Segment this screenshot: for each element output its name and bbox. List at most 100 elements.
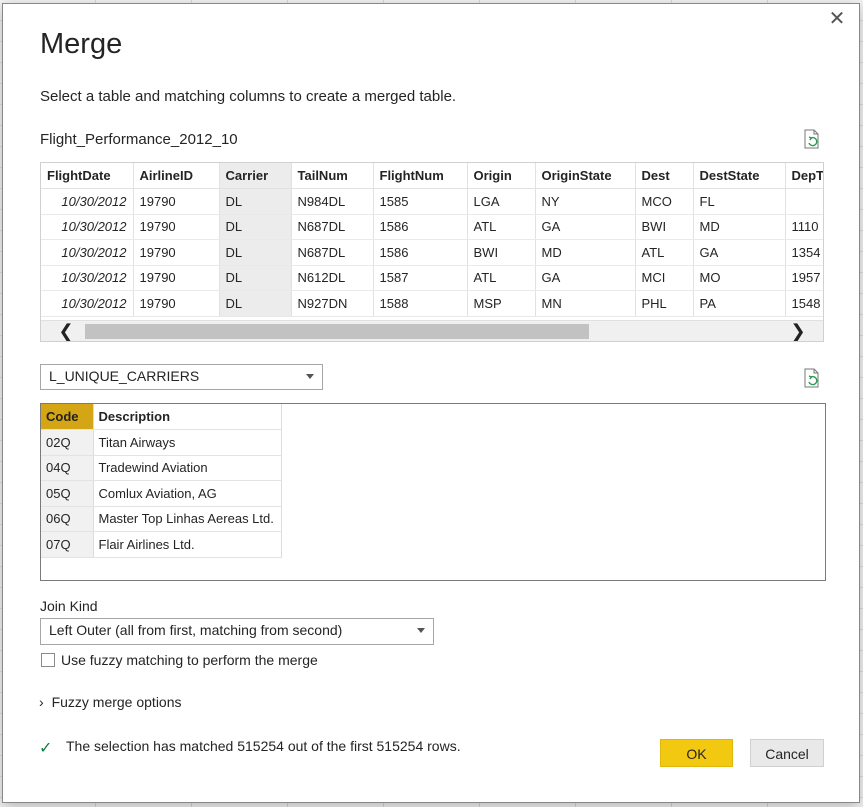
table-cell: 04Q [41, 455, 94, 481]
table-cell: 19790 [133, 265, 220, 291]
first-table-preview: FlightDate AirlineID Carrier TailNum FlightN… [40, 162, 824, 342]
table-cell: N687DL [291, 214, 374, 240]
chevron-right-icon: › [39, 694, 44, 710]
table-cell [785, 188, 823, 215]
table-cell: Master Top Linhas Aereas Ltd. [93, 506, 282, 532]
table-cell: 05Q [41, 480, 94, 507]
table-cell: MN [535, 290, 636, 317]
match-status-text: The selection has matched 515254 out of … [66, 738, 461, 754]
table-cell: 1585 [373, 188, 468, 215]
table-cell: ATL [635, 239, 694, 266]
refresh-icon[interactable] [803, 368, 821, 388]
second-table-select-value: L_UNIQUE_CARRIERS [49, 368, 200, 384]
table-cell: DL [219, 265, 292, 291]
table-cell: NY [535, 188, 636, 215]
chevron-down-icon [306, 374, 314, 379]
table-cell: LGA [467, 188, 536, 215]
table-cell: GA [693, 239, 786, 266]
table-cell: 10/30/2012 [41, 188, 134, 215]
table-cell: Tradewind Aviation [93, 455, 282, 481]
table-cell: MD [535, 239, 636, 266]
table-cell: ATL [467, 265, 536, 291]
second-table-select[interactable]: L_UNIQUE_CARRIERS [40, 364, 323, 390]
table-cell: MO [693, 265, 786, 291]
scrollbar-thumb[interactable] [85, 324, 589, 339]
horizontal-scrollbar[interactable]: ❮ ❯ [41, 320, 823, 341]
table-row: 07Q Flair Airlines Ltd. [41, 531, 282, 558]
table-cell: Titan Airways [93, 429, 282, 456]
table-cell: DL [219, 214, 292, 240]
fuzzy-options-expander[interactable]: › Fuzzy merge options [39, 694, 182, 710]
column-header[interactable]: Carrier [219, 163, 292, 189]
table-cell: N927DN [291, 290, 374, 317]
table-cell: GA [535, 214, 636, 240]
table-cell: 1588 [373, 290, 468, 317]
table-cell: DL [219, 188, 292, 215]
column-header[interactable]: Description [93, 404, 282, 430]
table-row: 10/30/2012 19790 DL N984DL 1585 LGA NY MCO FL [41, 188, 823, 215]
table-cell: Flair Airlines Ltd. [93, 531, 282, 558]
refresh-icon[interactable] [803, 129, 821, 149]
chevron-down-icon [417, 628, 425, 633]
table-row: 10/30/2012 19790 DL N612DL 1587 ATL GA MCI MO 195… [41, 265, 823, 291]
table-cell: 1110 [785, 214, 823, 240]
column-header[interactable]: FlightNum [373, 163, 468, 189]
table-cell: MCO [635, 188, 694, 215]
table-row: 02Q Titan Airways [41, 429, 282, 456]
table-cell: MD [693, 214, 786, 240]
column-header[interactable]: Code [41, 404, 94, 430]
table-cell: 10/30/2012 [41, 214, 134, 240]
scroll-left-icon[interactable]: ❮ [55, 321, 77, 341]
cancel-button[interactable]: Cancel [750, 739, 824, 767]
table-cell: 19790 [133, 239, 220, 266]
table-cell: DL [219, 239, 292, 266]
table-cell: MCI [635, 265, 694, 291]
column-header[interactable]: DepTi [785, 163, 823, 189]
join-kind-select[interactable]: Left Outer (all from first, matching fro… [40, 618, 434, 645]
table-cell: N984DL [291, 188, 374, 215]
table-cell: DL [219, 290, 292, 317]
ok-button[interactable]: OK [660, 739, 733, 767]
close-icon[interactable]: ✕ [827, 9, 847, 30]
column-header[interactable]: DestState [693, 163, 786, 189]
column-header[interactable]: AirlineID [133, 163, 220, 189]
table-cell: 10/30/2012 [41, 290, 134, 317]
table-row: 10/30/2012 19790 DL N687DL 1586 BWI MD ATL GA 135… [41, 239, 823, 266]
table-cell: 19790 [133, 188, 220, 215]
dialog-title: Merge [40, 28, 123, 60]
table-cell: 02Q [41, 429, 94, 456]
table-cell: N687DL [291, 239, 374, 266]
join-kind-label: Join Kind [40, 598, 98, 614]
first-table-grid: FlightDate AirlineID Carrier TailNum FlightN… [41, 163, 823, 317]
table-row: 10/30/2012 19790 DL N927DN 1588 MSP MN PHL PA 154… [41, 290, 823, 317]
dialog-subtitle: Select a table and matching columns to c… [40, 88, 457, 105]
scroll-right-icon[interactable]: ❯ [787, 321, 809, 341]
fuzzy-matching-checkbox[interactable] [41, 653, 55, 667]
table-cell: 19790 [133, 214, 220, 240]
column-header[interactable]: OriginState [535, 163, 636, 189]
second-table-preview: Code Description 02Q Titan Airways 04Q Trade… [40, 403, 826, 581]
second-table-grid: Code Description 02Q Titan Airways 04Q Trade… [41, 404, 282, 558]
table-cell: 1586 [373, 214, 468, 240]
column-header[interactable]: Dest [635, 163, 694, 189]
table-cell: 10/30/2012 [41, 265, 134, 291]
column-header[interactable]: FlightDate [41, 163, 134, 189]
table-row: 10/30/2012 19790 DL N687DL 1586 ATL GA BWI MD 111… [41, 214, 823, 240]
fuzzy-matching-label: Use fuzzy matching to perform the merge [61, 652, 318, 668]
table-cell: 19790 [133, 290, 220, 317]
table-cell: 1586 [373, 239, 468, 266]
first-table-name: Flight_Performance_2012_10 [40, 131, 238, 148]
column-header[interactable]: TailNum [291, 163, 374, 189]
table-cell: 1957 [785, 265, 823, 291]
table-cell: MSP [467, 290, 536, 317]
table-cell: FL [693, 188, 786, 215]
table-cell: BWI [635, 214, 694, 240]
table-cell: 10/30/2012 [41, 239, 134, 266]
table-cell: PA [693, 290, 786, 317]
table-cell: 1548 [785, 290, 823, 317]
table-row: 06Q Master Top Linhas Aereas Ltd. [41, 506, 282, 532]
column-header[interactable]: Origin [467, 163, 536, 189]
merge-dialog: ✕ Merge Select a table and matching colu… [2, 3, 860, 803]
table-cell: Comlux Aviation, AG [93, 480, 282, 507]
table-cell: ATL [467, 214, 536, 240]
